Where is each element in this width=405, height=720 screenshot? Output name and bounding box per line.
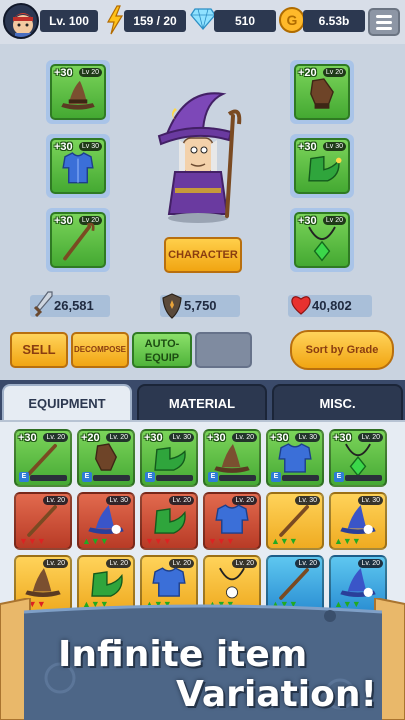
gold-coin-icon: G (279, 7, 305, 33)
inventory-item[interactable]: Lv. 30 ▲▼▼ (266, 492, 324, 550)
menu-button[interactable] (368, 8, 400, 36)
equip-slot-armor[interactable]: +30 Lv 30 (46, 134, 110, 198)
banner-line-2: Variation! (176, 674, 377, 715)
inventory-item[interactable]: +30 Lv. 20 E (203, 429, 261, 487)
promo-banner: Infinite item Variation! (0, 596, 405, 720)
attack-value: 26,581 (54, 298, 94, 313)
defense-stat: 5,750 (160, 293, 240, 319)
attack-stat: 26,581 (30, 291, 110, 318)
inventory-item[interactable]: +30 Lv. 20 E (14, 429, 72, 487)
gem-icon (190, 8, 216, 30)
equipped-badge: E (208, 472, 218, 482)
health-value: 40,802 (312, 298, 352, 313)
inventory-item[interactable]: Lv. 20 ▼▼▼ (140, 492, 198, 550)
player-avatar[interactable] (3, 3, 39, 39)
equipped-badge: E (145, 472, 155, 482)
equip-slot-amulet[interactable]: +30 Lv 20 (290, 208, 354, 272)
inventory-item[interactable]: Lv. 30 ▲▼▼ (329, 492, 387, 550)
tab-equipment[interactable]: EQUIPMENT (2, 384, 132, 420)
player-portrait-icon (13, 13, 33, 37)
defense-value: 5,750 (184, 298, 217, 313)
equip-slot-gloves[interactable]: +20 Lv 20 (290, 60, 354, 124)
auto-equip-button[interactable]: AUTO- EQUIP (132, 332, 192, 368)
tab-misc[interactable]: MISC. (272, 384, 403, 420)
inventory-item[interactable]: +20 Lv. 20 E (77, 429, 135, 487)
gold-counter: 6.53b (303, 10, 365, 32)
gem-counter: 510 (214, 10, 276, 32)
equip-slot-boots[interactable]: +30 Lv 30 (290, 134, 354, 198)
menu-icon (376, 15, 392, 18)
wizard-character (157, 92, 242, 223)
heart-icon (291, 296, 311, 315)
equip-slot-weapon[interactable]: +30 Lv 20 (46, 208, 110, 272)
inventory-item[interactable]: +30 Lv. 30 E (140, 429, 198, 487)
empty-action-slot (195, 332, 252, 368)
character-button[interactable]: CHARACTER (164, 237, 242, 273)
equipped-badge: E (19, 472, 29, 482)
shoe-icon (308, 155, 342, 182)
glove-icon (310, 78, 334, 109)
shield-icon (162, 293, 182, 319)
inventory-item[interactable]: +30 Lv. 30 E (266, 429, 324, 487)
necklace-icon (308, 226, 336, 262)
health-stat: 40,802 (288, 295, 372, 317)
banner-line-1: Infinite item (58, 634, 308, 675)
tab-material[interactable]: MATERIAL (137, 384, 267, 420)
equip-slot-hat[interactable]: +30 Lv 20 (46, 60, 110, 124)
energy-counter: 159 / 20 (124, 10, 186, 32)
inventory-item[interactable]: Lv. 30 ▲▼▼ (77, 492, 135, 550)
player-level: Lv. 100 (40, 10, 98, 32)
sword-icon (33, 291, 53, 318)
shirt-icon (62, 152, 94, 184)
equipped-badge: E (334, 472, 344, 482)
sell-button[interactable]: SELL (10, 332, 68, 368)
hat-icon (61, 80, 95, 110)
top-status-bar: Lv. 100 159 / 20 510 G 6.53b (0, 0, 405, 44)
inventory-item[interactable]: Lv. 20 ▼▼▼ (203, 492, 261, 550)
sort-by-grade-button[interactable]: Sort by Grade (290, 330, 394, 370)
lightning-icon (106, 5, 124, 35)
decompose-button[interactable]: DECOMPOSE (71, 332, 129, 368)
equipped-badge: E (271, 472, 281, 482)
inventory-item[interactable]: Lv. 20 ▼▼▼ (14, 492, 72, 550)
inventory-item[interactable]: +30 Lv. 20 E (329, 429, 387, 487)
staff-icon (63, 222, 95, 261)
equipped-badge: E (82, 472, 92, 482)
